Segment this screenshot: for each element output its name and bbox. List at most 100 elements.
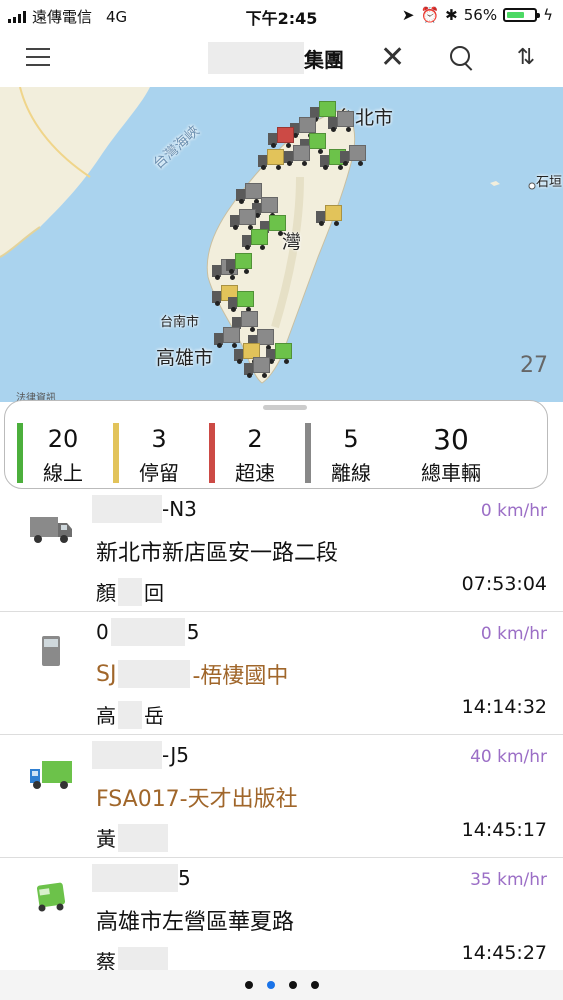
stat-parked[interactable]: 3 停留 — [113, 423, 195, 485]
vehicle-location-name: SJ -梧棲國中 — [96, 658, 288, 690]
plate-suffix: 5 — [178, 866, 191, 890]
bluetooth-icon: ✱ — [445, 6, 458, 24]
vehicle-row[interactable]: 05 0 km/hr SJ -梧棲國中 高岳 14:14:32 — [0, 612, 563, 735]
map-label-kaohsiung: 高雄市 — [156, 347, 214, 369]
vehicle-address: 新北市新店區安一路二段 — [96, 541, 339, 566]
last-update-time: 14:45:17 — [461, 819, 547, 841]
location-suffix: -梧棲國中 — [192, 664, 289, 689]
plate-redaction — [92, 741, 162, 769]
page-dot[interactable] — [310, 981, 319, 989]
stat-speeding[interactable]: 2 超速 — [209, 423, 291, 485]
vehicle-marker-icon[interactable] — [258, 149, 284, 170]
plate-prefix: 0 — [96, 620, 109, 644]
map-label-tainan: 台南市 — [160, 315, 200, 330]
driver-name: 顏回 — [96, 577, 164, 606]
close-icon[interactable]: ✕ — [380, 43, 412, 73]
stat-label: 超速 — [235, 461, 275, 485]
vehicle-row[interactable]: 5 35 km/hr 高雄市左營區華夏路 蔡 14:45:27 — [0, 858, 563, 980]
map-view[interactable]: 台北市 灣 台南市 高雄市 石垣 台灣海峽 法律資訊 27 — [0, 87, 563, 402]
page-dot[interactable] — [266, 981, 275, 989]
driver-given: 岳 — [144, 704, 164, 728]
location-prefix: SJ — [96, 661, 117, 687]
stat-label: 線上 — [43, 461, 83, 485]
driver-redaction — [118, 577, 142, 606]
plate-redaction — [110, 618, 185, 646]
status-bar: 遠傳電信 4G 下午2:45 ➤ ⏰ ✱ 56% ϟ — [0, 0, 563, 30]
plate-redaction — [92, 495, 162, 523]
vehicle-row[interactable]: -J5 40 km/hr FSA017-天才出版社 黃 14:45:17 — [0, 735, 563, 858]
stat-value: 30 — [433, 423, 469, 456]
stat-color-bar — [305, 423, 311, 483]
stat-color-bar — [17, 423, 23, 483]
last-update-time: 14:45:27 — [461, 942, 547, 964]
driver-surname: 顏 — [96, 581, 116, 605]
vehicle-address: 高雄市左營區華夏路 — [96, 910, 295, 935]
page-dot[interactable] — [244, 981, 253, 989]
driver-surname: 黃 — [96, 827, 116, 851]
status-summary-panel: 20 線上 3 停留 2 超速 5 離線 30 總車輛 — [4, 400, 548, 489]
plate-suffix: -J5 — [162, 743, 189, 767]
alarm-icon: ⏰ — [420, 6, 440, 24]
driver-redaction — [118, 700, 142, 729]
nav-bar: 集團 ✕ ⇅ — [0, 30, 563, 86]
driver-given: 回 — [144, 581, 164, 605]
stat-online[interactable]: 20 線上 — [17, 423, 99, 485]
map-cluster-count: 27 — [520, 353, 548, 378]
vehicle-marker-icon[interactable] — [268, 127, 294, 148]
vehicle-marker-icon[interactable] — [316, 205, 342, 226]
truck-green-icon — [36, 882, 66, 912]
plate-suffix: 5 — [186, 620, 200, 644]
speed-value: 35 km/hr — [470, 870, 547, 890]
stat-value: 3 — [151, 425, 167, 453]
stat-total[interactable]: 30 總車輛 — [401, 423, 491, 485]
plate-number: 5 — [92, 864, 191, 892]
charging-icon: ϟ — [543, 6, 553, 24]
speed-value: 0 km/hr — [480, 501, 547, 521]
vehicle-marker-icon[interactable] — [228, 291, 254, 312]
plate-number: 05 — [96, 618, 199, 646]
vehicle-marker-icon[interactable] — [328, 111, 354, 132]
stat-color-bar — [209, 423, 215, 483]
vehicle-marker-icon[interactable] — [230, 209, 256, 230]
plate-suffix: -N3 — [162, 497, 197, 521]
sort-icon[interactable]: ⇅ — [512, 44, 540, 72]
stat-label: 離線 — [331, 461, 371, 485]
driver-name: 黃 — [96, 823, 168, 852]
vehicle-marker-icon[interactable] — [340, 145, 366, 166]
vehicle-marker-icon[interactable] — [244, 357, 270, 378]
last-update-time: 07:53:04 — [461, 573, 547, 595]
stat-color-bar — [113, 423, 119, 483]
driver-surname: 高 — [96, 704, 116, 728]
location-icon: ➤ — [401, 6, 415, 24]
stat-value: 5 — [343, 425, 359, 453]
title-redaction — [208, 42, 304, 74]
location-redaction — [118, 660, 191, 688]
search-icon[interactable] — [448, 44, 476, 72]
vehicle-marker-icon[interactable] — [226, 253, 252, 274]
vehicle-marker-icon[interactable] — [242, 229, 268, 250]
page-indicator[interactable] — [0, 970, 563, 1000]
plate-number: -J5 — [92, 741, 189, 769]
map-label-ishigaki: 石垣 — [536, 175, 563, 190]
speed-value: 40 km/hr — [470, 747, 547, 767]
stat-value: 20 — [47, 425, 79, 453]
menu-icon[interactable] — [26, 48, 50, 66]
page-dot[interactable] — [288, 981, 297, 989]
truck-gray-icon — [30, 517, 72, 543]
drag-handle[interactable] — [263, 405, 307, 410]
plate-redaction — [92, 864, 178, 892]
driver-redaction — [118, 823, 168, 852]
driver-name: 高岳 — [96, 700, 164, 729]
vehicle-location-name: FSA017-天才出版社 — [96, 787, 298, 812]
vehicle-marker-icon[interactable] — [284, 145, 310, 166]
last-update-time: 14:14:32 — [461, 696, 547, 718]
stat-offline[interactable]: 5 離線 — [305, 423, 387, 485]
speed-value: 0 km/hr — [480, 624, 547, 644]
truck-blue-green-icon — [30, 761, 72, 789]
plate-number: -N3 — [92, 495, 197, 523]
truck-front-gray-icon — [42, 636, 60, 666]
vehicle-row[interactable]: -N3 0 km/hr 新北市新店區安一路二段 顏回 07:53:04 — [0, 489, 563, 612]
stat-label: 總車輛 — [421, 461, 481, 485]
stat-value: 2 — [247, 425, 263, 453]
battery-icon — [503, 8, 541, 22]
